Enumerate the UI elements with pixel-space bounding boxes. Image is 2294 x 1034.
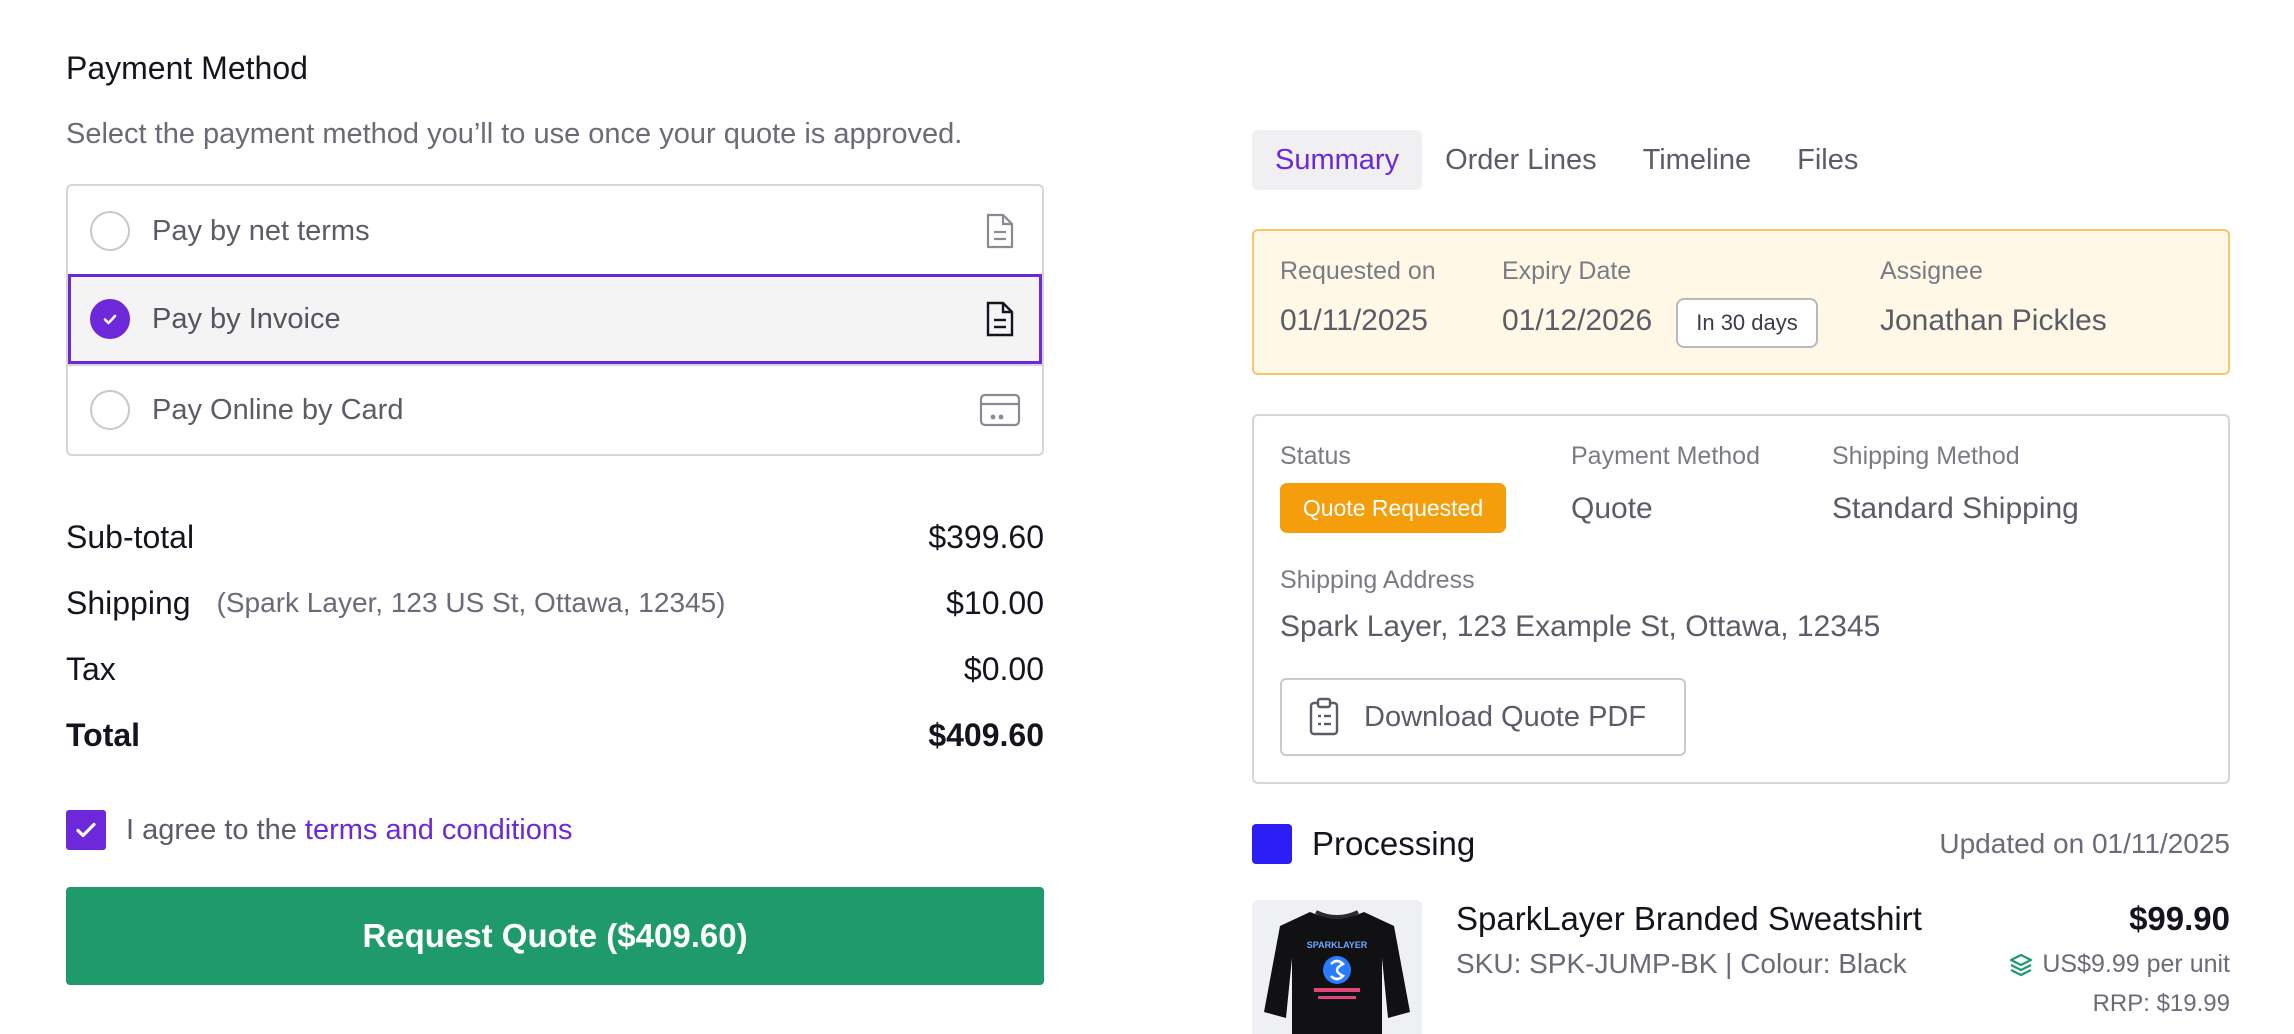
tax-label: Tax [66, 650, 116, 687]
option-invoice-label: Pay by Invoice [152, 302, 341, 335]
radio-invoice[interactable] [90, 299, 130, 339]
expiry-date: Expiry Date 01/12/2026 [1502, 257, 1652, 338]
requested-on-label: Requested on [1280, 257, 1436, 285]
shipping-label: Shipping [66, 584, 191, 621]
subtotal-value: $399.60 [928, 518, 1044, 555]
terms-agreement: I agree to the terms and conditions [66, 810, 573, 850]
subtotal-row: Sub-total $399.60 [66, 513, 1044, 561]
product-price: $99.90 [2129, 900, 2230, 937]
total-row: Total $409.60 [66, 711, 1044, 759]
option-card-label: Pay Online by Card [152, 393, 404, 426]
radio-card[interactable] [90, 390, 130, 430]
payment-method-subtitle: Select the payment method you’ll to use … [66, 118, 963, 150]
processing-header: Processing Updated on 01/11/2025 [1252, 822, 2230, 866]
requested-on: Requested on 01/11/2025 [1280, 257, 1436, 338]
radio-net-terms[interactable] [90, 211, 130, 251]
credit-card-icon [978, 388, 1022, 432]
status-badge: Quote Requested [1280, 483, 1506, 533]
product-line: SPARKLAYER SparkLayer Branded Sweatshirt… [1252, 900, 2230, 1034]
layers-icon [2008, 952, 2034, 978]
option-net-terms-label: Pay by net terms [152, 214, 370, 247]
download-quote-pdf-label: Download Quote PDF [1364, 700, 1647, 733]
tab-summary[interactable]: Summary [1252, 130, 1423, 190]
tax-value: $0.00 [963, 650, 1044, 687]
download-quote-pdf-button[interactable]: Download Quote PDF [1280, 678, 1686, 756]
option-net-terms[interactable]: Pay by net terms [68, 186, 1042, 276]
payment-method-title: Payment Method [66, 50, 308, 86]
quote-info-box: Requested on 01/11/2025 Expiry Date 01/1… [1252, 229, 2230, 375]
processing-label: Processing [1312, 825, 1476, 862]
requested-on-value: 01/11/2025 [1280, 304, 1428, 337]
processing-updated: Updated on 01/11/2025 [1939, 828, 2230, 859]
assignee-value: Jonathan Pickles [1880, 304, 2107, 337]
option-card[interactable]: Pay Online by Card [68, 364, 1042, 454]
product-unit-price-text: US$9.99 per unit [2042, 950, 2230, 978]
terms-text: I agree to the [126, 813, 297, 846]
processing-status-square [1252, 824, 1292, 864]
tax-row: Tax $0.00 [66, 645, 1044, 693]
request-quote-button[interactable]: Request Quote ($409.60) [66, 887, 1044, 985]
invoice-icon [978, 297, 1022, 341]
payment-options: Pay by net terms Pay by Invoice Pay Onli… [66, 184, 1044, 456]
expiry-badge: In 30 days [1676, 298, 1818, 348]
shipping-address-value: Spark Layer, 123 Example St, Ottawa, 123… [1280, 610, 1881, 643]
product-name[interactable]: SparkLayer Branded Sweatshirt [1456, 900, 1922, 938]
clipboard-icon [1308, 697, 1344, 737]
quote-status-box: Status Quote Requested Payment Method Qu… [1252, 414, 2230, 784]
total-label: Total [66, 716, 141, 753]
document-lines-icon [978, 209, 1022, 253]
total-value: $409.60 [928, 716, 1044, 753]
tab-files[interactable]: Files [1774, 130, 1881, 190]
product-unit-price: US$9.99 per unit [2008, 950, 2230, 979]
assignee-label: Assignee [1880, 257, 1983, 285]
shipping-method-value: Standard Shipping [1832, 492, 2079, 525]
product-thumbnail: SPARKLAYER [1252, 900, 1422, 1034]
product-thumbnail-text: SPARKLAYER [1307, 940, 1368, 950]
terms-link[interactable]: terms and conditions [305, 814, 573, 847]
shipping-note: (Spark Layer, 123 US St, Ottawa, 12345) [216, 587, 726, 618]
product-sku: SKU: SPK-JUMP-BK | Colour: Black [1456, 948, 1907, 979]
shipping-row: Shipping (Spark Layer, 123 US St, Ottawa… [66, 579, 1044, 627]
assignee: Assignee Jonathan Pickles [1880, 257, 2107, 338]
subtotal-label: Sub-total [66, 518, 195, 555]
status-label: Status [1280, 442, 1351, 470]
product-rrp: RRP: $19.99 [2092, 990, 2230, 1017]
payment-method-label: Payment Method [1571, 442, 1760, 470]
shipping-method-label: Shipping Method [1832, 442, 2020, 470]
tab-order-lines[interactable]: Order Lines [1422, 130, 1620, 190]
tab-timeline[interactable]: Timeline [1620, 130, 1775, 190]
terms-checkbox[interactable] [66, 810, 106, 850]
expiry-date-label: Expiry Date [1502, 257, 1632, 285]
shipping-value: $10.00 [946, 584, 1044, 621]
option-invoice[interactable]: Pay by Invoice [68, 274, 1042, 364]
payment-method-value: Quote [1571, 492, 1653, 525]
summary-tabs: Summary Order Lines Timeline Files [1252, 130, 1881, 190]
shipping-address-label: Shipping Address [1280, 566, 1475, 594]
expiry-date-value: 01/12/2026 [1502, 304, 1653, 337]
